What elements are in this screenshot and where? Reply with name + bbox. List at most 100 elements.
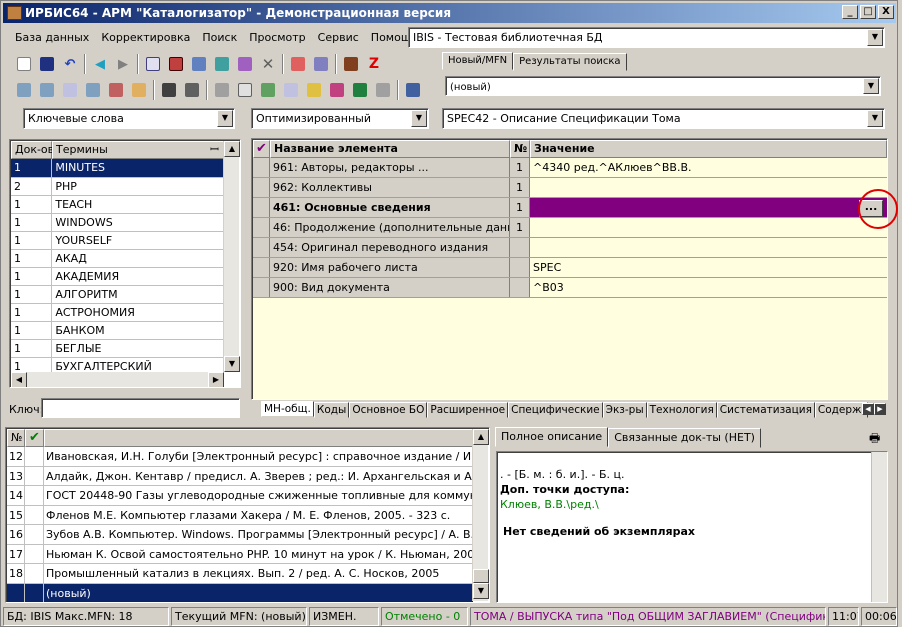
pin-icon[interactable]: ꟷ: [210, 142, 219, 158]
scroll-down-icon[interactable]: ▼: [473, 583, 489, 599]
row-indicator[interactable]: [253, 178, 270, 197]
tab-worksheet-6[interactable]: Технология: [646, 402, 717, 418]
chevron-down-icon[interactable]: ▼: [217, 110, 233, 127]
field-value[interactable]: ^4340 ред.^AКлюев^BВ.В.: [530, 158, 887, 177]
chevron-down-icon[interactable]: ▼: [867, 110, 883, 127]
key-input[interactable]: [41, 398, 240, 418]
print-icon[interactable]: [211, 79, 233, 101]
record-mark[interactable]: [25, 544, 44, 563]
arrow-right-icon[interactable]: ▶: [112, 53, 134, 75]
delete-icon[interactable]: ✕: [257, 53, 279, 75]
maximize-button[interactable]: □: [860, 5, 876, 19]
field-row[interactable]: 461: Основные сведения 1: [253, 198, 887, 218]
chevron-down-icon[interactable]: ▼: [867, 29, 883, 46]
worksheet-mode-combo[interactable]: Оптимизированный ▼: [251, 108, 429, 129]
options-icon[interactable]: [372, 79, 394, 101]
row-indicator[interactable]: [253, 198, 270, 217]
scroll-right-icon[interactable]: ▶: [208, 372, 224, 387]
tab-related-docs[interactable]: Связанные док-ты (НЕТ): [608, 428, 761, 448]
fields-header-num[interactable]: №: [510, 140, 530, 158]
record-mark[interactable]: [25, 583, 44, 602]
close-button[interactable]: X: [878, 5, 894, 19]
link-icon[interactable]: [105, 79, 127, 101]
arrow-left-icon[interactable]: ◀: [89, 53, 111, 75]
doc-copy-icon[interactable]: [280, 79, 302, 101]
table-row[interactable]: (новый): [7, 583, 473, 602]
field-row[interactable]: 46: Продолжение (дополнительные данные) 1: [253, 218, 887, 238]
terms-scrollbar[interactable]: ▲ ▼: [223, 141, 240, 372]
fields-header-value[interactable]: Значение: [530, 140, 887, 158]
mail-icon[interactable]: [59, 79, 81, 101]
table-row[interactable]: 16 Зубов А.В. Компьютер. Windows. Програм…: [7, 525, 473, 545]
scroll-down-icon[interactable]: ▼: [224, 356, 240, 372]
record-mark[interactable]: [25, 486, 44, 505]
check-icon[interactable]: ✔: [253, 140, 270, 158]
scroll-up-icon[interactable]: ▲: [224, 141, 240, 157]
field-value[interactable]: SPEC: [530, 258, 887, 277]
tab-worksheet-8[interactable]: Содерж.: [814, 402, 868, 418]
records-scrollbar[interactable]: ▲ ▼: [472, 429, 489, 601]
chevron-down-icon[interactable]: ▼: [863, 78, 879, 94]
z-icon[interactable]: Z: [363, 53, 385, 75]
tab-worksheet-7[interactable]: Систематизация: [716, 402, 815, 418]
row-indicator[interactable]: [253, 278, 270, 297]
doc-icon[interactable]: [234, 79, 256, 101]
scroll-up-icon[interactable]: ▲: [473, 429, 489, 445]
tab-new-mfn[interactable]: Новый/MFN: [442, 52, 514, 70]
record-mark[interactable]: [25, 447, 44, 466]
hand-icon[interactable]: [128, 79, 150, 101]
field-row[interactable]: 454: Оригинал переводного издания: [253, 238, 887, 258]
table-row[interactable]: 2 PHP: [11, 177, 224, 196]
printer-icon[interactable]: 🖶: [869, 429, 885, 445]
doc-arrow-icon[interactable]: [257, 79, 279, 101]
binoculars-icon[interactable]: [158, 79, 180, 101]
tab-worksheet-4[interactable]: Специфические: [508, 402, 603, 418]
tab-worksheet-1[interactable]: Коды: [313, 402, 350, 418]
row-indicator[interactable]: [253, 238, 270, 257]
table-row[interactable]: 1 БАНКОМ: [11, 321, 224, 340]
table-row[interactable]: 14 ГОСТ 20448-90 Газы углеводородные сжиж…: [7, 486, 473, 506]
menu-search[interactable]: Поиск: [196, 28, 243, 48]
stack-icon[interactable]: [188, 53, 210, 75]
search-mode-combo[interactable]: Ключевые слова ▼: [23, 108, 235, 129]
excel-icon[interactable]: [349, 79, 371, 101]
record-mark[interactable]: [25, 525, 44, 544]
check-icon[interactable]: ✔: [25, 429, 44, 447]
table-row[interactable]: 1 АСТРОНОМИЯ: [11, 303, 224, 322]
table-row[interactable]: 1 TEACH: [11, 195, 224, 214]
field-value[interactable]: ^B03: [530, 278, 887, 297]
field-value[interactable]: [530, 198, 887, 217]
table-row[interactable]: 1 MINUTES: [11, 159, 224, 178]
table-row[interactable]: 17 Ньюман К. Освой самостоятельно PHP. 10…: [7, 544, 473, 564]
field-value[interactable]: [530, 218, 887, 237]
copy-record-icon[interactable]: [142, 53, 164, 75]
desc-author-link[interactable]: Клюев, В.В.\ред.\: [500, 498, 599, 511]
database-combo[interactable]: IBIS - Тестовая библиотечная БД ▼: [408, 27, 885, 48]
terms-header-docs[interactable]: Док-ов: [11, 141, 54, 159]
chart-icon[interactable]: [326, 79, 348, 101]
tab-worksheet-5[interactable]: Экз-ры: [602, 402, 647, 418]
chat-icon[interactable]: [13, 79, 35, 101]
mfn-combo[interactable]: (новый) ▼: [445, 76, 881, 96]
save-icon[interactable]: [36, 53, 58, 75]
export-icon[interactable]: [310, 53, 332, 75]
chevron-down-icon[interactable]: ▼: [411, 110, 427, 127]
tab-search-results[interactable]: Результаты поиска: [513, 53, 627, 71]
field-value[interactable]: [530, 178, 887, 197]
tab-scroll-left-icon[interactable]: ◀: [862, 403, 874, 415]
info-icon[interactable]: [402, 79, 424, 101]
terms-header-terms[interactable]: Термины ꟷ: [52, 141, 224, 159]
worksheet-combo[interactable]: SPEC42 - Описание Спецификации Тома ▼: [442, 108, 885, 129]
field-row[interactable]: 920: Имя рабочего листа SPEC: [253, 258, 887, 278]
fields-header-name[interactable]: Название элемента: [270, 140, 510, 158]
table-row[interactable]: 1 АЛГОРИТМ: [11, 285, 224, 304]
field-row[interactable]: 961: Авторы, редакторы ... 1 ^4340 ред.^AК…: [253, 158, 887, 178]
records-header-num[interactable]: №: [7, 429, 25, 447]
grid-icon[interactable]: [165, 53, 187, 75]
chat-3-icon[interactable]: [82, 79, 104, 101]
description-scrollbar[interactable]: [871, 452, 887, 602]
menu-view[interactable]: Просмотр: [243, 28, 311, 48]
menu-edit[interactable]: Корректировка: [95, 28, 196, 48]
calc-icon[interactable]: [340, 53, 362, 75]
minimize-button[interactable]: _: [842, 5, 858, 19]
